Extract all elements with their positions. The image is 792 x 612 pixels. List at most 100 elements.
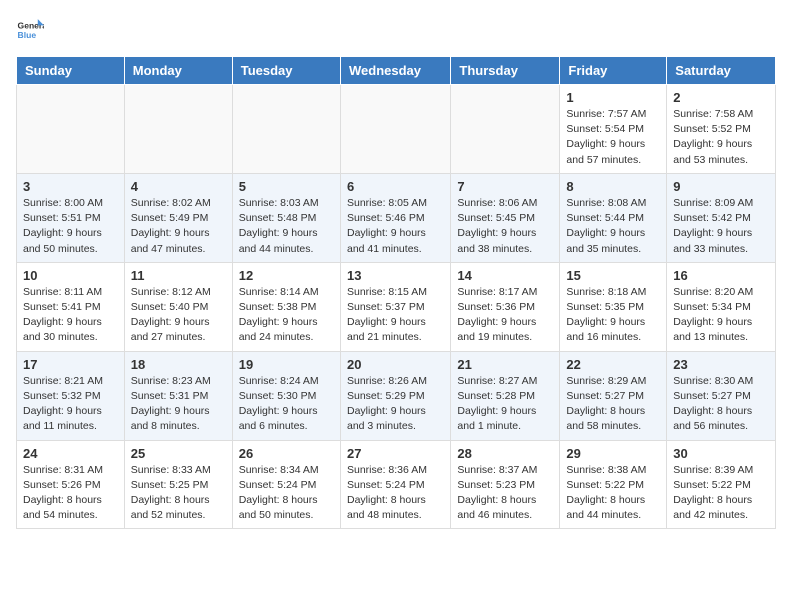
- calendar-day-cell: 18 Sunrise: 8:23 AM Sunset: 5:31 PM Dayli…: [124, 351, 232, 440]
- calendar-day-cell: 11 Sunrise: 8:12 AM Sunset: 5:40 PM Dayli…: [124, 262, 232, 351]
- day-info: Sunrise: 8:11 AM Sunset: 5:41 PM Dayligh…: [23, 285, 118, 346]
- day-info: Sunrise: 7:57 AM Sunset: 5:54 PM Dayligh…: [566, 107, 660, 168]
- day-info: Sunrise: 8:24 AM Sunset: 5:30 PM Dayligh…: [239, 374, 334, 435]
- day-info: Sunrise: 8:38 AM Sunset: 5:22 PM Dayligh…: [566, 463, 660, 524]
- calendar-day-cell: 10Sunrise: 8:11 AM Sunset: 5:41 PM Dayli…: [17, 262, 125, 351]
- calendar-day-cell: 17 Sunrise: 8:21 AM Sunset: 5:32 PM Dayli…: [17, 351, 125, 440]
- calendar-day-cell: 6 Sunrise: 8:05 AM Sunset: 5:46 PM Daylig…: [340, 173, 450, 262]
- day-header-wednesday: Wednesday: [340, 57, 450, 85]
- day-info: Sunrise: 8:39 AM Sunset: 5:22 PM Dayligh…: [673, 463, 769, 524]
- day-number: 11: [131, 268, 226, 283]
- calendar-day-cell: 29 Sunrise: 8:38 AM Sunset: 5:22 PM Dayli…: [560, 440, 667, 529]
- day-number: 15: [566, 268, 660, 283]
- day-number: 25: [131, 446, 226, 461]
- calendar-day-cell: 7 Sunrise: 8:06 AM Sunset: 5:45 PM Daylig…: [451, 173, 560, 262]
- day-header-thursday: Thursday: [451, 57, 560, 85]
- calendar-day-cell: 5 Sunrise: 8:03 AM Sunset: 5:48 PM Daylig…: [232, 173, 340, 262]
- calendar-day-cell: 19 Sunrise: 8:24 AM Sunset: 5:30 PM Dayli…: [232, 351, 340, 440]
- day-info: Sunrise: 8:36 AM Sunset: 5:24 PM Dayligh…: [347, 463, 444, 524]
- calendar-day-cell: 25 Sunrise: 8:33 AM Sunset: 5:25 PM Dayli…: [124, 440, 232, 529]
- day-info: Sunrise: 8:15 AM Sunset: 5:37 PM Dayligh…: [347, 285, 444, 346]
- day-info: Sunrise: 8:21 AM Sunset: 5:32 PM Dayligh…: [23, 374, 118, 435]
- day-number: 28: [457, 446, 553, 461]
- day-info: Sunrise: 8:30 AM Sunset: 5:27 PM Dayligh…: [673, 374, 769, 435]
- calendar-day-cell: [232, 85, 340, 174]
- logo: General Blue: [16, 16, 44, 44]
- day-number: 7: [457, 179, 553, 194]
- day-header-tuesday: Tuesday: [232, 57, 340, 85]
- day-number: 2: [673, 90, 769, 105]
- calendar-day-cell: 2 Sunrise: 7:58 AM Sunset: 5:52 PM Daylig…: [667, 85, 776, 174]
- calendar-day-cell: 30 Sunrise: 8:39 AM Sunset: 5:22 PM Dayli…: [667, 440, 776, 529]
- calendar-day-cell: 8 Sunrise: 8:08 AM Sunset: 5:44 PM Daylig…: [560, 173, 667, 262]
- day-number: 5: [239, 179, 334, 194]
- day-info: Sunrise: 8:14 AM Sunset: 5:38 PM Dayligh…: [239, 285, 334, 346]
- day-number: 30: [673, 446, 769, 461]
- day-header-saturday: Saturday: [667, 57, 776, 85]
- calendar-day-cell: [451, 85, 560, 174]
- calendar-day-cell: 12 Sunrise: 8:14 AM Sunset: 5:38 PM Dayli…: [232, 262, 340, 351]
- day-number: 9: [673, 179, 769, 194]
- calendar-week-row: 1Sunrise: 7:57 AM Sunset: 5:54 PM Daylig…: [17, 85, 776, 174]
- day-info: Sunrise: 8:31 AM Sunset: 5:26 PM Dayligh…: [23, 463, 118, 524]
- day-info: Sunrise: 8:08 AM Sunset: 5:44 PM Dayligh…: [566, 196, 660, 257]
- calendar-day-cell: 21 Sunrise: 8:27 AM Sunset: 5:28 PM Dayli…: [451, 351, 560, 440]
- day-number: 4: [131, 179, 226, 194]
- day-info: Sunrise: 8:05 AM Sunset: 5:46 PM Dayligh…: [347, 196, 444, 257]
- page-header: General Blue: [16, 16, 776, 44]
- day-info: Sunrise: 8:23 AM Sunset: 5:31 PM Dayligh…: [131, 374, 226, 435]
- calendar-day-cell: 3 Sunrise: 8:00 AM Sunset: 5:51 PM Daylig…: [17, 173, 125, 262]
- svg-text:Blue: Blue: [18, 30, 37, 40]
- day-info: Sunrise: 8:09 AM Sunset: 5:42 PM Dayligh…: [673, 196, 769, 257]
- day-number: 6: [347, 179, 444, 194]
- calendar-day-cell: 26Sunrise: 8:34 AM Sunset: 5:24 PM Dayli…: [232, 440, 340, 529]
- day-info: Sunrise: 8:17 AM Sunset: 5:36 PM Dayligh…: [457, 285, 553, 346]
- day-header-monday: Monday: [124, 57, 232, 85]
- day-number: 18: [131, 357, 226, 372]
- day-number: 14: [457, 268, 553, 283]
- day-info: Sunrise: 8:26 AM Sunset: 5:29 PM Dayligh…: [347, 374, 444, 435]
- calendar-day-cell: 13 Sunrise: 8:15 AM Sunset: 5:37 PM Dayli…: [340, 262, 450, 351]
- day-info: Sunrise: 7:58 AM Sunset: 5:52 PM Dayligh…: [673, 107, 769, 168]
- day-info: Sunrise: 8:27 AM Sunset: 5:28 PM Dayligh…: [457, 374, 553, 435]
- day-number: 20: [347, 357, 444, 372]
- calendar-day-cell: 14 Sunrise: 8:17 AM Sunset: 5:36 PM Dayli…: [451, 262, 560, 351]
- calendar-week-row: 17 Sunrise: 8:21 AM Sunset: 5:32 PM Dayli…: [17, 351, 776, 440]
- day-info: Sunrise: 8:33 AM Sunset: 5:25 PM Dayligh…: [131, 463, 226, 524]
- calendar-day-cell: 27Sunrise: 8:36 AM Sunset: 5:24 PM Dayli…: [340, 440, 450, 529]
- calendar-day-cell: 4 Sunrise: 8:02 AM Sunset: 5:49 PM Daylig…: [124, 173, 232, 262]
- calendar-header-row: SundayMondayTuesdayWednesdayThursdayFrid…: [17, 57, 776, 85]
- day-info: Sunrise: 8:34 AM Sunset: 5:24 PM Dayligh…: [239, 463, 334, 524]
- calendar-day-cell: [17, 85, 125, 174]
- day-info: Sunrise: 8:03 AM Sunset: 5:48 PM Dayligh…: [239, 196, 334, 257]
- calendar-day-cell: 24Sunrise: 8:31 AM Sunset: 5:26 PM Dayli…: [17, 440, 125, 529]
- day-number: 16: [673, 268, 769, 283]
- calendar-day-cell: 16 Sunrise: 8:20 AM Sunset: 5:34 PM Dayli…: [667, 262, 776, 351]
- day-number: 8: [566, 179, 660, 194]
- day-number: 12: [239, 268, 334, 283]
- calendar-day-cell: 23 Sunrise: 8:30 AM Sunset: 5:27 PM Dayli…: [667, 351, 776, 440]
- calendar-day-cell: 9 Sunrise: 8:09 AM Sunset: 5:42 PM Daylig…: [667, 173, 776, 262]
- day-info: Sunrise: 8:12 AM Sunset: 5:40 PM Dayligh…: [131, 285, 226, 346]
- day-info: Sunrise: 8:18 AM Sunset: 5:35 PM Dayligh…: [566, 285, 660, 346]
- day-number: 19: [239, 357, 334, 372]
- calendar-day-cell: 22Sunrise: 8:29 AM Sunset: 5:27 PM Dayli…: [560, 351, 667, 440]
- day-number: 3: [23, 179, 118, 194]
- day-number: 13: [347, 268, 444, 283]
- day-number: 23: [673, 357, 769, 372]
- day-number: 29: [566, 446, 660, 461]
- day-info: Sunrise: 8:06 AM Sunset: 5:45 PM Dayligh…: [457, 196, 553, 257]
- day-number: 17: [23, 357, 118, 372]
- calendar-week-row: 24Sunrise: 8:31 AM Sunset: 5:26 PM Dayli…: [17, 440, 776, 529]
- day-info: Sunrise: 8:20 AM Sunset: 5:34 PM Dayligh…: [673, 285, 769, 346]
- day-info: Sunrise: 8:02 AM Sunset: 5:49 PM Dayligh…: [131, 196, 226, 257]
- calendar-week-row: 3 Sunrise: 8:00 AM Sunset: 5:51 PM Daylig…: [17, 173, 776, 262]
- day-info: Sunrise: 8:00 AM Sunset: 5:51 PM Dayligh…: [23, 196, 118, 257]
- logo-icon: General Blue: [16, 16, 44, 44]
- calendar-day-cell: [340, 85, 450, 174]
- calendar-week-row: 10Sunrise: 8:11 AM Sunset: 5:41 PM Dayli…: [17, 262, 776, 351]
- day-header-sunday: Sunday: [17, 57, 125, 85]
- calendar-day-cell: 1Sunrise: 7:57 AM Sunset: 5:54 PM Daylig…: [560, 85, 667, 174]
- day-number: 21: [457, 357, 553, 372]
- day-number: 22: [566, 357, 660, 372]
